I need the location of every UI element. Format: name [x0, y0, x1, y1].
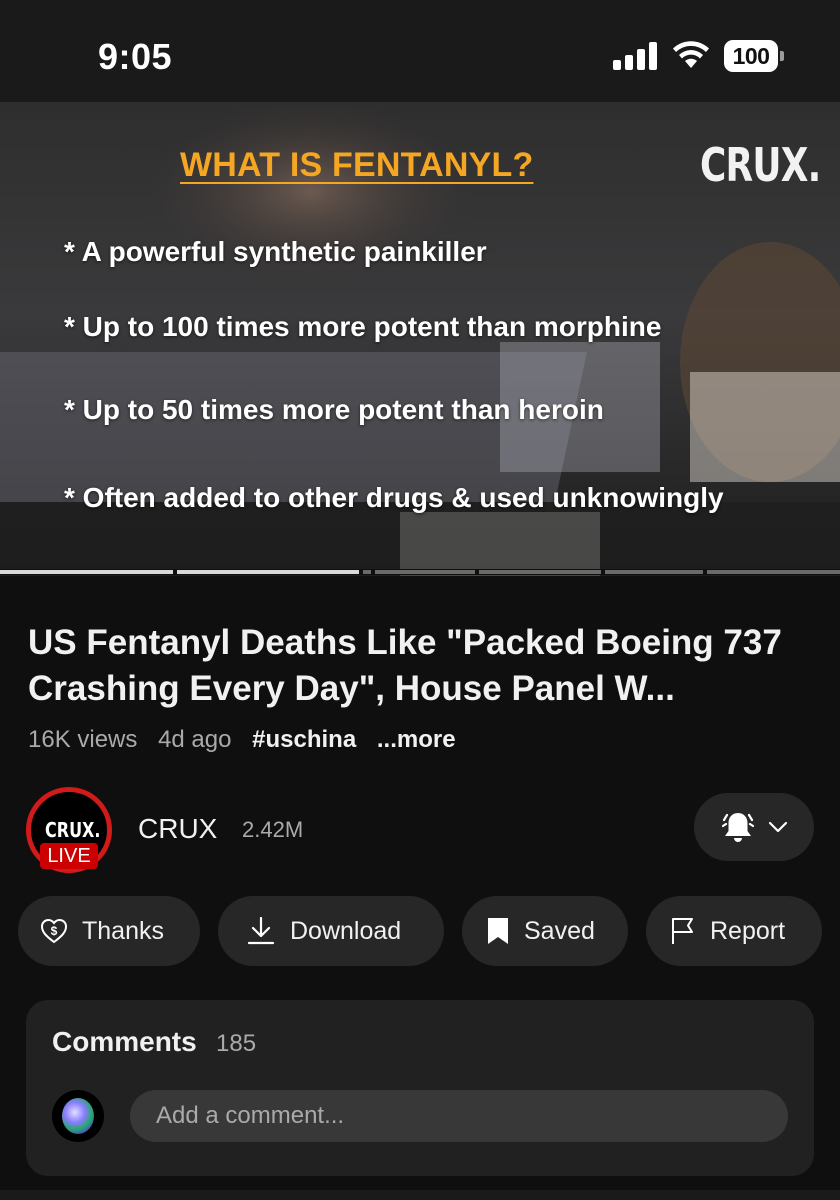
video-bullet-1: * A powerful synthetic painkiller	[64, 236, 487, 267]
chapter-segment	[0, 570, 173, 574]
status-time: 9:05	[98, 36, 173, 77]
chapter-segment	[479, 570, 601, 574]
action-bar: $ Thanks Download Saved Report	[0, 896, 840, 966]
video-player[interactable]: WHAT IS FENTANYL? CRUX. * A powerful syn…	[0, 102, 840, 576]
battery-icon: 100	[724, 40, 784, 72]
upload-age: 4d ago	[158, 726, 232, 753]
chapter-segment	[605, 570, 703, 574]
battery-level: 100	[724, 40, 778, 72]
status-bar: 9:05 100	[0, 0, 840, 102]
signal-icon	[613, 42, 659, 70]
flag-icon	[672, 918, 693, 944]
video-title[interactable]: US Fentanyl Deaths Like "Packed Boeing 7…	[28, 620, 828, 712]
comments-count: 185	[216, 1030, 257, 1057]
download-button[interactable]: Download	[218, 896, 444, 966]
user-avatar	[52, 1090, 104, 1142]
report-label: Report	[710, 916, 786, 945]
bell-icon	[722, 813, 754, 842]
chevron-down-icon	[768, 821, 788, 833]
chapter-segment	[375, 570, 475, 574]
saved-label: Saved	[524, 916, 595, 945]
bookmark-filled-icon	[488, 918, 508, 944]
hashtag-link[interactable]: #uschina	[252, 726, 356, 753]
view-count: 16K views	[28, 726, 138, 753]
channel-avatar-logo: CRUX.	[45, 818, 101, 842]
comments-header: Comments	[52, 1026, 197, 1057]
report-button[interactable]: Report	[646, 896, 822, 966]
video-progress-bar[interactable]	[0, 569, 840, 575]
thanks-label: Thanks	[82, 916, 164, 945]
chapter-segment	[707, 570, 840, 574]
more-link[interactable]: ...more	[377, 726, 456, 753]
channel-row: CRUX. LIVE CRUX 2.42M	[0, 785, 840, 875]
video-overlay-logo: CRUX.	[700, 138, 821, 192]
thanks-button[interactable]: $ Thanks	[18, 896, 200, 966]
video-bullet-4: * Often added to other drugs & used unkn…	[64, 482, 724, 513]
wifi-icon	[673, 41, 709, 68]
add-comment-input[interactable]	[130, 1090, 788, 1142]
svg-text:$: $	[51, 924, 58, 938]
download-label: Download	[290, 916, 402, 945]
video-bullet-3: * Up to 50 times more potent than heroin	[64, 394, 604, 425]
subscriber-count: 2.42M	[242, 817, 304, 842]
bottom-edge	[0, 1190, 840, 1200]
live-badge: LIVE	[40, 843, 98, 869]
video-bullet-2: * Up to 100 times more potent than morph…	[64, 311, 662, 342]
chapter-segment	[363, 570, 371, 574]
download-icon	[247, 916, 275, 945]
saved-button[interactable]: Saved	[462, 896, 628, 966]
chapter-segment	[177, 570, 359, 574]
video-overlay-title: WHAT IS FENTANYL?	[180, 146, 534, 184]
channel-name[interactable]: CRUX	[138, 813, 217, 845]
video-metadata[interactable]: 16K views 4d ago #uschina ...more	[28, 726, 470, 754]
thanks-heart-dollar-icon: $	[40, 918, 68, 944]
comments-section[interactable]: Comments 185	[26, 1000, 814, 1176]
notification-bell-button[interactable]	[694, 793, 814, 861]
